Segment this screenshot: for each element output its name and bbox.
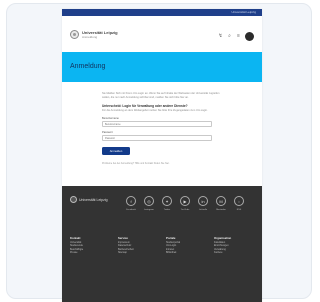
section-text: Für die Anmeldung an dem Webangebot nutz… [102, 109, 208, 112]
password-input[interactable] [102, 135, 212, 141]
social-twitter[interactable]: ✦ Twitter [160, 196, 174, 212]
footer-column-title: Organisation [214, 236, 232, 240]
top-bar: Universität Leipzig [62, 9, 262, 16]
social-instagram[interactable]: ◎ Instagram [142, 196, 156, 212]
footer-column-title: Portale [166, 236, 176, 240]
social-label: RSS [236, 209, 242, 211]
brand[interactable]: Universität Leipzig Anmeldung [82, 30, 118, 39]
footer-column-title: Kontakt [70, 236, 81, 240]
username-input[interactable] [102, 121, 212, 127]
social-youtube[interactable]: ▶ YouTube [178, 196, 192, 212]
twitter-icon: ✦ [162, 196, 172, 206]
social-label: YouTube [180, 209, 190, 211]
footer-column: Kontakt Universität Studierende Beschäft… [70, 236, 114, 255]
footer-link[interactable]: Presse [70, 251, 114, 254]
footer-logo[interactable]: Universität Leipzig [70, 196, 108, 203]
university-seal-logo[interactable] [70, 30, 79, 39]
footer-link[interactable]: Sitemap [118, 251, 162, 254]
social-label: Facebook [126, 209, 136, 211]
footer-link[interactable]: Karriere [214, 251, 258, 254]
top-bar-link[interactable]: Universität Leipzig [231, 10, 256, 15]
linkedin-icon: in [198, 196, 208, 206]
footer-column: Service Impressum Datenschutz Barrierefr… [118, 236, 162, 255]
footer-column: Portale Studienportal Uni-Login Intranet… [166, 236, 210, 255]
page-title: Anmeldung [70, 63, 106, 70]
footer-columns: Kontakt Universität Studierende Beschäft… [70, 236, 258, 255]
login-content: Sie Melden Sich mit Ihrem Uni-Login an. … [62, 82, 262, 186]
site-header: Universität Leipzig Anmeldung ↯ ⌕ ≡ [62, 16, 262, 52]
footer-column: Organisation Fakultäten Einrichtungen Ve… [214, 236, 258, 255]
hero-banner: Anmeldung [62, 52, 262, 82]
footer-brand: Universität Leipzig [79, 197, 108, 202]
help-note[interactable]: Probleme bei der Anmeldung? Hilfe und Ko… [102, 162, 222, 166]
site-footer: Universität Leipzig f Facebook ◎ Instagr… [62, 186, 262, 302]
instagram-icon: ◎ [144, 196, 154, 206]
social-linkedin[interactable]: in LinkedIn [196, 196, 210, 212]
intro-text: Sie Melden Sich mit Ihrem Uni-Login an. … [102, 92, 220, 99]
facebook-icon: f [126, 196, 136, 206]
share-icon[interactable]: ↯ [218, 34, 223, 39]
login-button[interactable]: Anmelden [102, 147, 130, 155]
social-rss[interactable]: ◌ RSS [232, 196, 246, 212]
footer-link[interactable]: Bibliothek [166, 251, 210, 254]
social-label: Mastodon [216, 209, 226, 211]
search-icon[interactable]: ⌕ [227, 34, 232, 39]
social-label: Instagram [144, 209, 154, 211]
menu-icon[interactable]: ≡ [236, 34, 241, 39]
social-links: f Facebook ◎ Instagram ✦ Twitter ▶ YouTu… [124, 196, 246, 212]
user-avatar[interactable] [245, 32, 254, 41]
social-label: Twitter [163, 209, 171, 211]
page-thumbnail: Universität Leipzig Universität Leipzig … [62, 9, 262, 302]
social-mastodon[interactable]: M Mastodon [214, 196, 228, 212]
footer-column-title: Service [118, 236, 128, 240]
mastodon-icon: M [216, 196, 226, 206]
rss-icon: ◌ [234, 196, 244, 206]
youtube-icon: ▶ [180, 196, 190, 206]
header-icons: ↯ ⌕ ≡ [218, 32, 254, 41]
social-label: LinkedIn [198, 209, 208, 211]
brand-subtitle: Anmeldung [82, 35, 98, 39]
footer-seal-icon [70, 196, 77, 203]
social-facebook[interactable]: f Facebook [124, 196, 138, 212]
